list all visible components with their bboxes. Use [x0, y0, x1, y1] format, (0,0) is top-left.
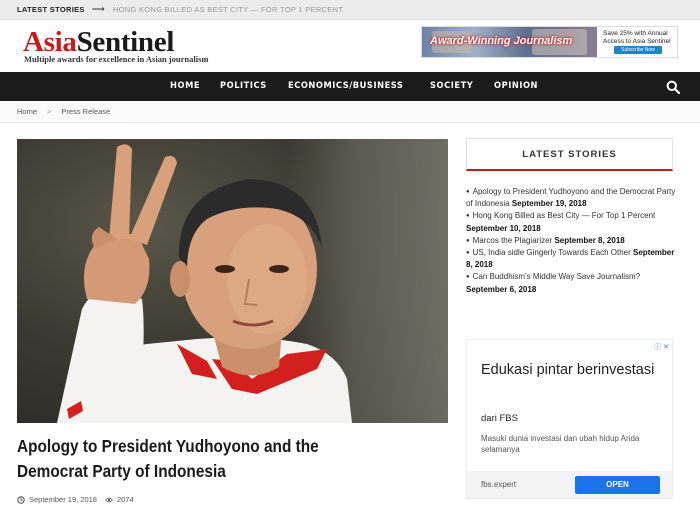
- list-item[interactable]: ● Hong Kong Billed as Best City — For Top…: [466, 210, 676, 234]
- sidebar-ad[interactable]: ⓘ ✕ Edukasi pintar berinvestasi dari FBS…: [466, 339, 673, 499]
- list-item[interactable]: ● Can Buddhism's Middle Way Save Journali…: [466, 271, 676, 295]
- ad-footer: fbs.expert OPEN: [467, 471, 672, 498]
- banner-offer-text: Save 25% with Annual Access to Asia Sent…: [603, 30, 671, 45]
- list-item[interactable]: ● Apology to President Yudhoyono and the …: [466, 186, 676, 210]
- article-views: 2074: [116, 495, 134, 504]
- breadcrumb-home[interactable]: Home: [17, 107, 37, 116]
- ticker-headline[interactable]: HONG KONG BILLED AS BEST CITY — FOR TOP …: [113, 5, 343, 14]
- article-hero-image[interactable]: [17, 139, 448, 423]
- story-date: September 19, 2018: [511, 199, 587, 209]
- banner-headline: Award-Winning Journalism: [430, 35, 573, 47]
- story-date: September 10, 2018: [466, 223, 541, 233]
- ticker-label: LATEST STORIES: [17, 5, 85, 14]
- list-item[interactable]: ● Marcos the Plagiarizer September 8, 201…: [466, 235, 676, 247]
- story-date: September 8, 2018: [554, 235, 625, 245]
- main-nav: HOME POLITICS ECONOMICS/BUSINESS SOCIETY…: [0, 72, 700, 101]
- logo-tagline: Multiple awards for excellence in Asian …: [24, 54, 209, 64]
- main-content: Apology to President Yudhoyono and the D…: [0, 123, 700, 525]
- story-title[interactable]: Can Buddhism's Middle Way Save Journalis…: [473, 272, 641, 281]
- story-title[interactable]: US, India sidle Gingerly Towards Each Ot…: [473, 248, 631, 257]
- site-header: AsiaSentinel Multiple awards for excelle…: [0, 20, 700, 72]
- nav-item-society[interactable]: SOCIETY: [430, 72, 473, 101]
- nav-item-opinion[interactable]: OPINION: [494, 72, 538, 101]
- eye-icon: [105, 497, 113, 502]
- ad-headline: Edukasi pintar berinvestasi: [481, 362, 655, 378]
- ad-domain: fbs.expert: [481, 480, 517, 489]
- nav-item-politics[interactable]: POLITICS: [220, 72, 267, 101]
- story-date: September 6, 2018: [466, 284, 537, 294]
- arrow-right-icon: ⟶: [91, 4, 105, 14]
- ticker-bar: LATEST STORIES ⟶ HONG KONG BILLED AS BES…: [0, 0, 700, 20]
- breadcrumb-current[interactable]: Press Release: [61, 107, 110, 116]
- search-icon[interactable]: [666, 80, 680, 94]
- site-logo[interactable]: AsiaSentinel Multiple awards for excelle…: [23, 27, 208, 64]
- ad-advertiser: dari FBS: [481, 413, 518, 424]
- story-title[interactable]: Hong Kong Billed as Best City — For Top …: [473, 211, 656, 220]
- ad-description: Masuki dunia investasi dan ubah hidup An…: [481, 434, 640, 454]
- breadcrumb: Home > Press Release: [0, 101, 700, 123]
- subscribe-banner-ad[interactable]: Award-Winning Journalism Save 25% with A…: [421, 26, 678, 58]
- nav-item-home[interactable]: HOME: [170, 72, 200, 101]
- banner-subscribe-button[interactable]: Subscribe Now: [614, 46, 662, 54]
- article-date: September 19, 2018: [29, 495, 97, 504]
- clock-icon: [17, 495, 25, 504]
- man-waving-photo: [57, 144, 352, 423]
- article-title[interactable]: Apology to President Yudhoyono and the D…: [17, 434, 387, 484]
- adchoices-icon[interactable]: ⓘ ✕: [654, 342, 669, 352]
- breadcrumb-separator: >: [47, 107, 52, 116]
- latest-stories-list: ● Apology to President Yudhoyono and the …: [466, 186, 676, 296]
- list-item[interactable]: ● US, India sidle Gingerly Towards Each O…: [466, 247, 676, 271]
- nav-item-economics-business[interactable]: ECONOMICS/BUSINESS: [288, 72, 403, 101]
- sidebar-heading: LATEST STORIES: [466, 138, 673, 171]
- article-meta: September 19, 2018 2074: [17, 495, 134, 504]
- ad-open-button[interactable]: OPEN: [575, 476, 660, 494]
- story-title[interactable]: Marcos the Plagiarizer: [473, 236, 553, 245]
